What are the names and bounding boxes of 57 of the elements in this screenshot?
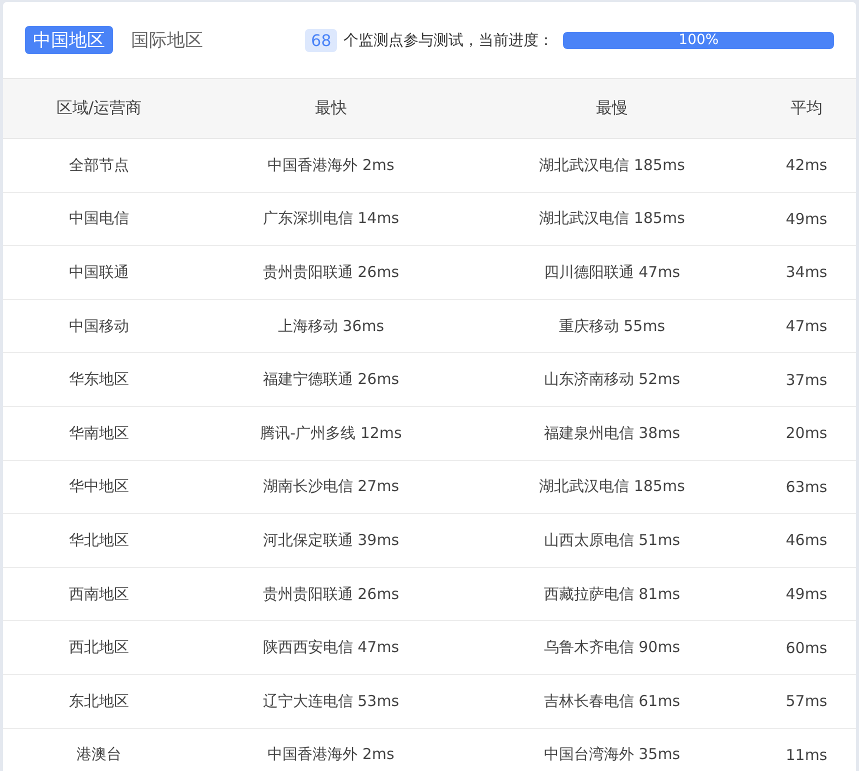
table-cell: 湖北武汉电信 185ms bbox=[467, 192, 757, 246]
table-cell: 重庆移动 55ms bbox=[467, 299, 757, 353]
table-cell: 中国香港海外 2ms bbox=[195, 728, 467, 771]
table-cell: 中国香港海外 2ms bbox=[195, 138, 467, 192]
table-cell: 吉林长春电信 61ms bbox=[467, 674, 757, 728]
progress-reading: 100% bbox=[678, 32, 720, 48]
table-cell: 贵州贵阳联通 26ms bbox=[195, 567, 467, 621]
table-cell: 49ms bbox=[757, 567, 856, 621]
table-cell: 37ms bbox=[757, 352, 856, 406]
table-cell: 华中地区 bbox=[3, 460, 195, 514]
region-tab[interactable]: 中国地区 bbox=[25, 26, 113, 54]
table-cell: 中国台湾海外 35ms bbox=[467, 728, 757, 771]
table-cell: 63ms bbox=[757, 460, 856, 514]
table-cell: 西北地区 bbox=[3, 620, 195, 674]
region-tab[interactable]: 国际地区 bbox=[123, 26, 211, 54]
table-cell: 47ms bbox=[757, 299, 856, 353]
table-cell: 11ms bbox=[757, 728, 856, 771]
table-cell: 福建宁德联通 26ms bbox=[195, 352, 467, 406]
table-cell: 华南地区 bbox=[3, 406, 195, 460]
table-cell: 华北地区 bbox=[3, 514, 195, 568]
table-cell: 陕西西安电信 47ms bbox=[195, 620, 467, 674]
table-cell: 西藏拉萨电信 81ms bbox=[467, 567, 757, 621]
table-cell: 福建泉州电信 38ms bbox=[467, 406, 757, 460]
table-cell: 辽宁大连电信 53ms bbox=[195, 674, 467, 728]
table-cell: 湖北武汉电信 185ms bbox=[467, 138, 757, 192]
table-cell: 34ms bbox=[757, 246, 856, 300]
table-cell: 湖北武汉电信 185ms bbox=[467, 460, 757, 514]
table-cell: 河北保定联通 39ms bbox=[195, 514, 467, 568]
table-cell: 山西太原电信 51ms bbox=[467, 514, 757, 568]
node-count: 68 bbox=[305, 28, 338, 52]
table-cell: 60ms bbox=[757, 620, 856, 674]
column-header: 区域/运营商 bbox=[3, 78, 195, 138]
table-cell: 46ms bbox=[757, 514, 856, 568]
table-cell: 中国电信 bbox=[3, 192, 195, 246]
table-cell: 中国联通 bbox=[3, 246, 195, 300]
table-cell: 贵州贵阳联通 26ms bbox=[195, 246, 467, 300]
table-cell: 湖南长沙电信 27ms bbox=[195, 460, 467, 514]
table-cell: 20ms bbox=[757, 406, 856, 460]
table-cell: 山东济南移动 52ms bbox=[467, 352, 757, 406]
table-cell: 港澳台 bbox=[3, 728, 195, 771]
table-cell: 中国移动 bbox=[3, 299, 195, 353]
table-cell: 腾讯-广州多线 12ms bbox=[195, 406, 467, 460]
table-cell: 西南地区 bbox=[3, 567, 195, 621]
column-header: 平均 bbox=[757, 78, 856, 138]
table-cell: 49ms bbox=[757, 192, 856, 246]
table-cell: 广东深圳电信 14ms bbox=[195, 192, 467, 246]
column-header: 最快 bbox=[195, 78, 467, 138]
table-cell: 乌鲁木齐电信 90ms bbox=[467, 620, 757, 674]
progress-label: 个监测点参与测试，当前进度： bbox=[343, 30, 554, 50]
table-cell: 全部节点 bbox=[3, 138, 195, 192]
column-header: 最慢 bbox=[467, 78, 757, 138]
table-cell: 上海移动 36ms bbox=[195, 299, 467, 353]
table-cell: 57ms bbox=[757, 674, 856, 728]
table-cell: 42ms bbox=[757, 138, 856, 192]
table-cell: 四川德阳联通 47ms bbox=[467, 246, 757, 300]
table-cell: 华东地区 bbox=[3, 352, 195, 406]
table-cell: 东北地区 bbox=[3, 674, 195, 728]
